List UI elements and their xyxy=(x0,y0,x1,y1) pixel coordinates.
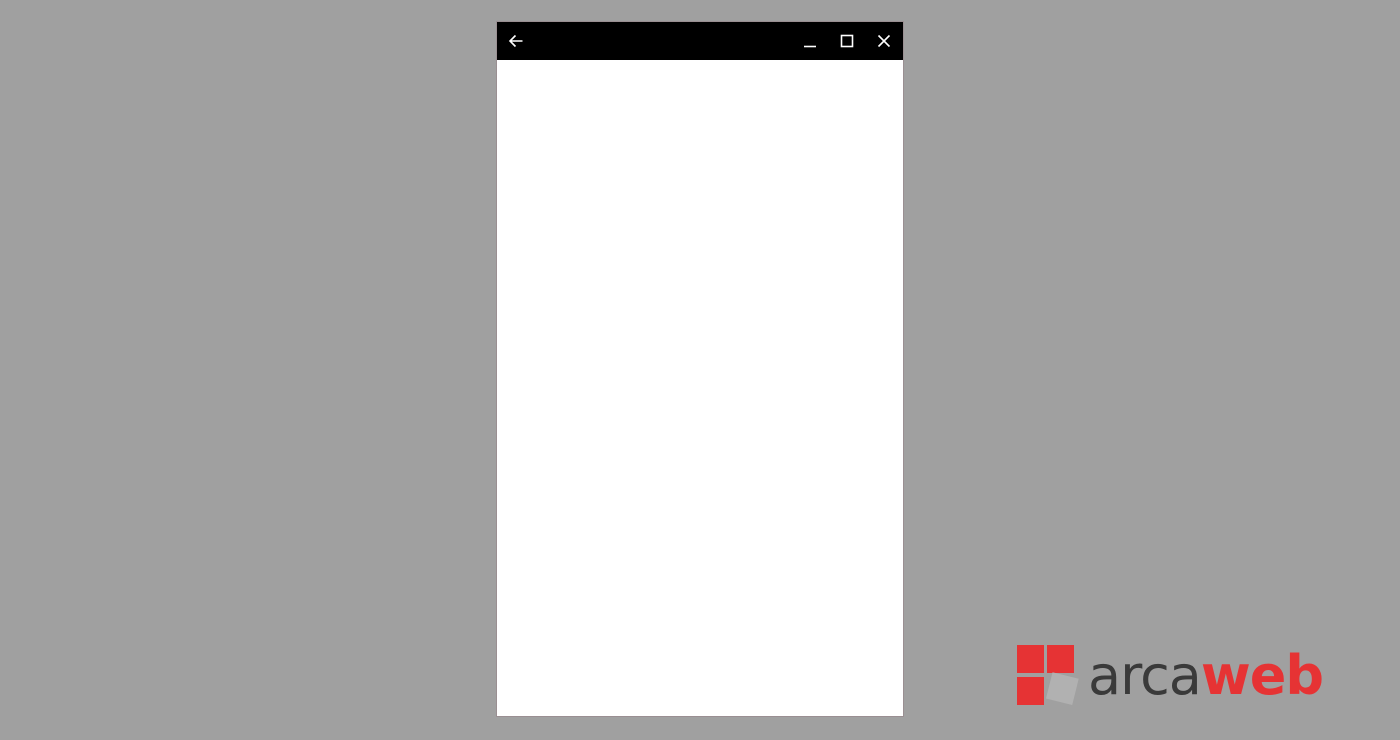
close-button[interactable] xyxy=(865,22,903,60)
title-bar[interactable] xyxy=(497,22,903,60)
close-icon xyxy=(877,34,891,48)
logo-text-web: web xyxy=(1200,644,1324,707)
minimize-icon xyxy=(804,45,816,48)
minimize-button[interactable] xyxy=(791,22,829,60)
maximize-button[interactable] xyxy=(828,22,866,60)
arrow-left-icon xyxy=(508,34,523,48)
arcaweb-logo-mark-icon xyxy=(1017,645,1079,705)
maximize-icon xyxy=(840,34,854,48)
app-window xyxy=(497,22,903,716)
arcaweb-logo-text: arcaweb xyxy=(1088,640,1324,712)
logo-text-arca: arca xyxy=(1088,644,1202,707)
arcaweb-logo: arcaweb xyxy=(1016,640,1346,712)
back-button[interactable] xyxy=(497,22,535,60)
window-content xyxy=(497,60,903,716)
